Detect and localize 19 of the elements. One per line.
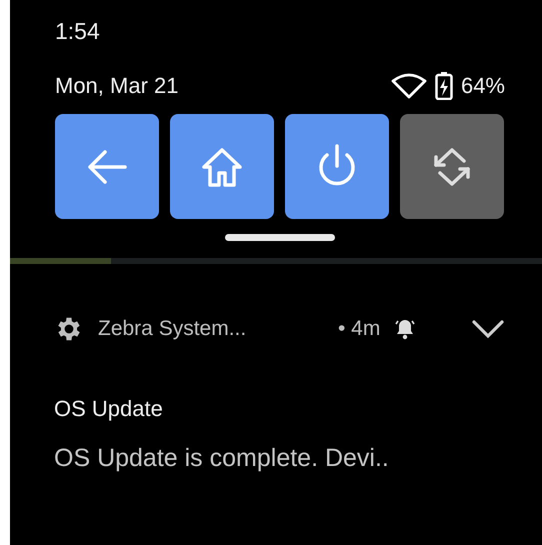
battery-percent: 64% <box>460 73 505 99</box>
back-tile[interactable] <box>55 114 159 219</box>
chevron-icon <box>471 319 505 339</box>
notification-time: • 4m <box>338 317 380 341</box>
home-icon <box>200 146 244 188</box>
rotate-tile[interactable] <box>400 114 504 219</box>
clock-time: 1:54 <box>55 17 101 46</box>
back-arrow-icon <box>87 148 127 184</box>
app-name: Zebra System... <box>98 317 248 341</box>
wifi-icon <box>390 73 427 99</box>
date-text: Mon, Mar 21 <box>55 73 178 99</box>
home-tile[interactable] <box>170 114 274 219</box>
battery-charging-icon <box>434 72 453 100</box>
drag-handle[interactable] <box>225 234 335 241</box>
expand-button[interactable] <box>471 319 505 339</box>
power-tile[interactable] <box>285 114 389 219</box>
notification-text: OS Update is complete. Devi.. <box>54 444 390 473</box>
notification-title: OS Update <box>54 396 164 422</box>
bell-icon <box>394 318 416 340</box>
